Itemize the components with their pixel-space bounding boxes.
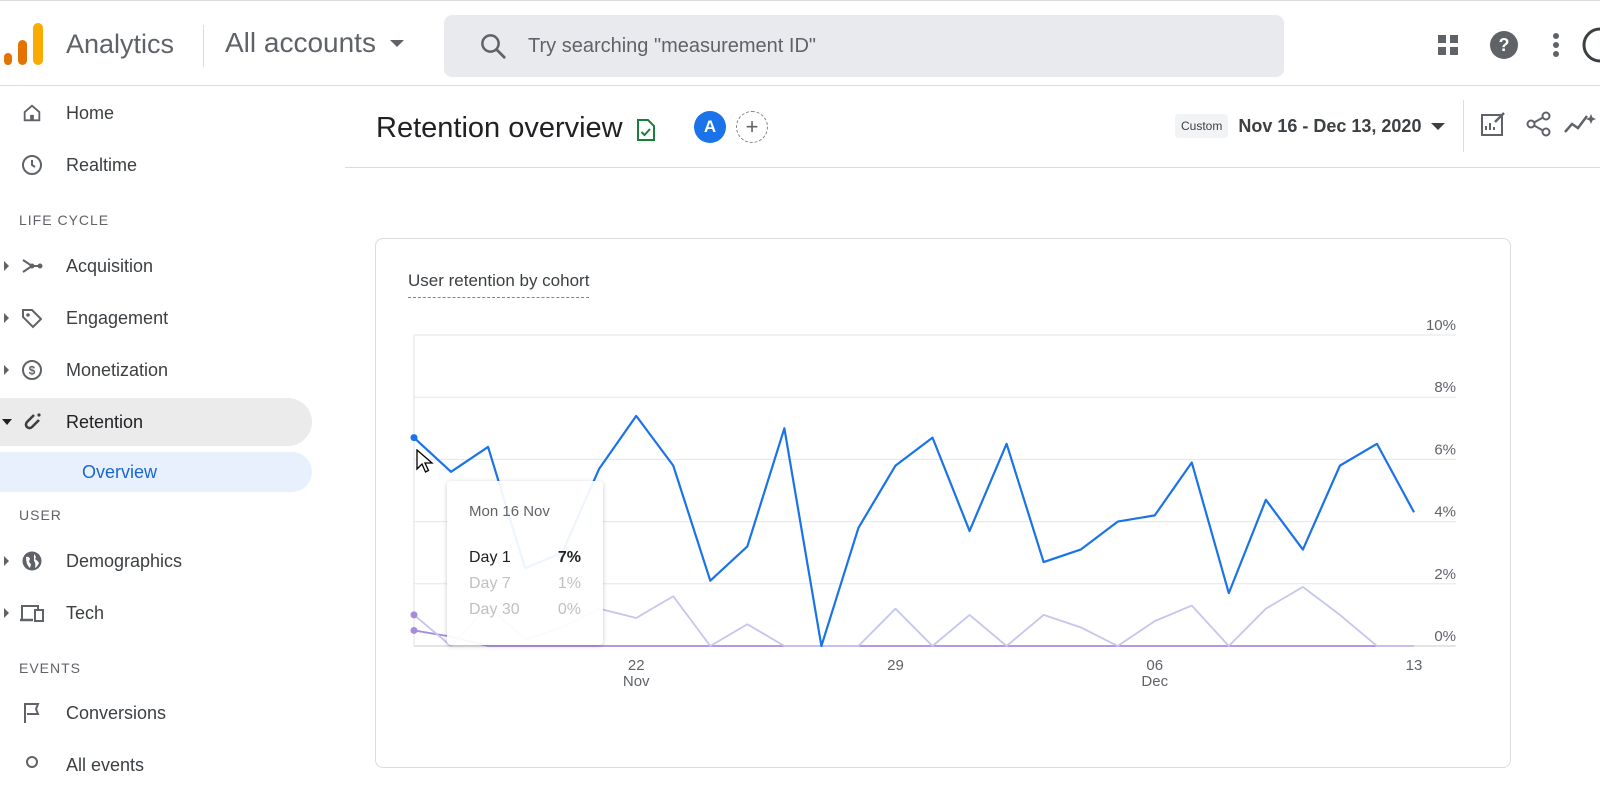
chart-x-tick-label: 06 [1146,657,1163,674]
section-label-user: USER [19,507,62,523]
account-label: All accounts [225,27,376,58]
collapse-arrow-icon [2,419,12,425]
customize-report-icon[interactable] [1475,106,1511,142]
nav-label-overview: Overview [82,461,158,482]
nav-label-demographics: Demographics [66,550,183,571]
nav-label-realtime: Realtime [66,154,138,175]
tooltip-row-day30: Day 30 0% [469,601,581,619]
series-point-highlight [410,434,418,442]
tooltip-row-value: 7% [557,549,581,566]
report-status-icon[interactable] [635,118,657,142]
nav-item-home[interactable]: Home [0,89,312,137]
clock-icon [18,151,46,179]
chart-x-tick-label: 22 [628,657,645,674]
nav-item-monetization[interactable]: $ Monetization [0,346,312,394]
devices-icon [18,599,46,627]
nav-label-engagement: Engagement [66,307,169,328]
touch-icon [18,751,46,779]
chart-y-tick-label: 8% [1434,379,1456,396]
account-selector[interactable]: All accounts [225,27,404,59]
app-title: Analytics [66,29,175,59]
account-avatar-icon[interactable] [1580,27,1600,63]
magnet-icon [18,408,46,436]
nav-item-engagement[interactable]: Engagement [0,294,312,342]
expand-arrow-icon [4,556,9,566]
expand-arrow-icon [4,365,9,375]
nav-item-retention[interactable]: Retention [0,398,312,446]
top-app-bar: Analytics All accounts ? [0,0,1600,86]
chart-y-tick-label: 2% [1434,566,1456,583]
tag-icon [18,304,46,332]
top-icons: ? [1430,27,1600,63]
page-title: Retention overview [376,112,623,144]
help-icon[interactable]: ? [1486,27,1522,63]
tooltip-row-value: 0% [557,601,581,618]
svg-text:$: $ [29,364,36,378]
flag-icon [18,699,46,727]
insights-icon[interactable] [1563,106,1599,142]
chart-x-tick-sublabel: Nov [623,673,650,690]
chart-x-tick-sublabel: Dec [1141,673,1168,690]
date-range-text: Nov 16 - Dec 13, 2020 [1238,115,1422,136]
search-bar[interactable] [444,15,1284,77]
chart-y-tick-label: 10% [1426,317,1456,334]
chart-x-tick-label: 29 [887,657,904,674]
nav-item-tech[interactable]: Tech [0,589,312,637]
header-divider [1463,100,1464,152]
tooltip-row-day7: Day 7 1% [469,575,581,593]
section-label-events: EVENTS [19,660,82,676]
acquisition-icon [18,252,46,280]
left-nav: Home Realtime LIFE CYCLE Acquisition Eng… [0,86,320,775]
chart-x-tick-label: 13 [1406,657,1423,674]
date-dropdown-icon [1431,122,1446,130]
nav-item-demographics[interactable]: Demographics [0,537,312,585]
custom-chip: Custom [1175,114,1229,138]
nav-label-home: Home [66,102,115,123]
expand-arrow-icon [4,261,9,271]
expand-arrow-icon [4,608,9,618]
section-label-lifecycle: LIFE CYCLE [19,212,110,228]
chart-y-tick-label: 4% [1434,504,1456,521]
mouse-pointer-icon [416,449,434,473]
series-point-highlight [410,611,418,619]
nav-label-tech: Tech [66,602,105,623]
svg-text:?: ? [1499,35,1510,55]
expand-arrow-icon [4,313,9,323]
nav-item-conversions[interactable]: Conversions [0,689,312,737]
share-icon[interactable] [1521,106,1557,142]
chart-y-tick-label: 0% [1434,628,1456,645]
tooltip-row-day1: Day 1 7% [469,549,581,567]
apps-grid-icon[interactable] [1430,27,1466,63]
search-icon [481,34,506,59]
date-range-picker[interactable]: Custom Nov 16 - Dec 13, 2020 [1175,110,1446,142]
nav-item-overview[interactable]: Overview [0,452,312,492]
nav-item-all-events[interactable]: All events [0,741,312,789]
account-dropdown-icon [389,39,404,47]
comparison-avatar[interactable]: A [694,111,726,143]
nav-label-all-events: All events [66,754,145,775]
analytics-logo-icon[interactable] [4,23,46,65]
nav-item-acquisition[interactable]: Acquisition [0,242,312,290]
chart-y-tick-label: 6% [1434,441,1456,458]
header-divider [203,25,204,67]
tooltip-row-label: Day 7 [469,575,511,592]
tooltip-row-label: Day 1 [469,549,511,566]
home-icon [18,99,46,127]
nav-label-conversions: Conversions [66,702,167,723]
chart-tooltip: Mon 16 Nov Day 1 7% Day 7 1% Day 30 0% [447,481,603,645]
search-input[interactable] [528,34,1228,58]
nav-label-monetization: Monetization [66,359,169,380]
report-header: Retention overview A + Custom Nov 16 - D… [345,88,1600,168]
tooltip-row-value: 1% [557,575,581,592]
globe-icon [18,547,46,575]
tooltip-date: Mon 16 Nov [469,503,550,520]
add-comparison-button[interactable]: + [736,111,768,143]
tooltip-row-label: Day 30 [469,601,520,618]
nav-label-retention: Retention [66,411,144,432]
series-point-highlight [410,626,418,634]
nav-item-realtime[interactable]: Realtime [0,141,312,189]
nav-label-acquisition: Acquisition [66,255,154,276]
more-vert-icon[interactable] [1538,27,1574,63]
dollar-icon: $ [18,356,46,384]
